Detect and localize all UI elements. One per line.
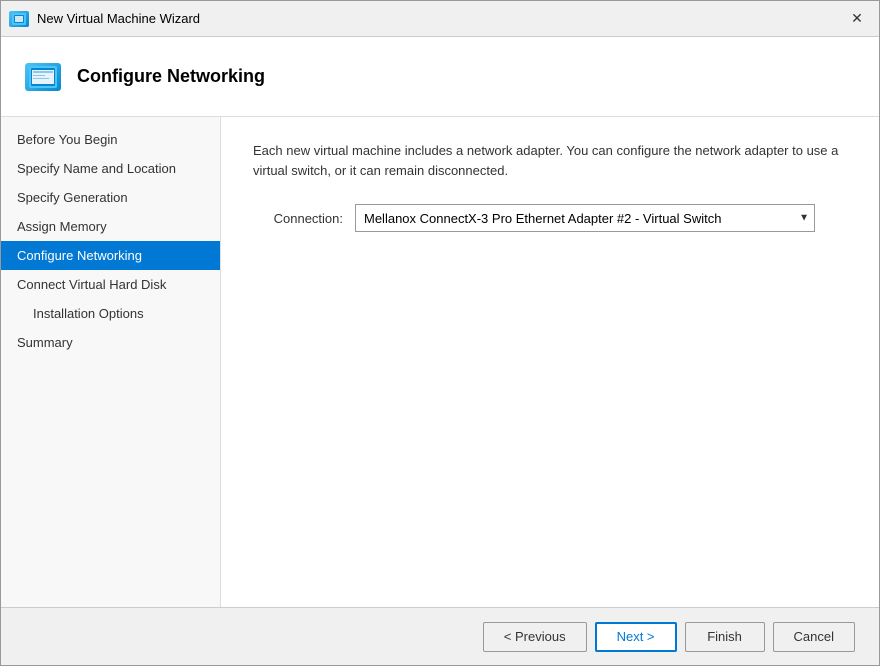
wizard-window: New Virtual Machine Wizard ✕ Configure N… bbox=[0, 0, 880, 666]
page-title: Configure Networking bbox=[77, 66, 265, 87]
close-button[interactable]: ✕ bbox=[843, 5, 871, 33]
content-area: Before You Begin Specify Name and Locati… bbox=[1, 117, 879, 607]
window-title: New Virtual Machine Wizard bbox=[37, 11, 843, 26]
connection-select-wrapper: Mellanox ConnectX-3 Pro Ethernet Adapter… bbox=[355, 204, 815, 232]
title-bar: New Virtual Machine Wizard ✕ bbox=[1, 1, 879, 37]
description-text: Each new virtual machine includes a netw… bbox=[253, 141, 847, 180]
sidebar-item-assign-memory[interactable]: Assign Memory bbox=[1, 212, 220, 241]
sidebar-item-installation-options[interactable]: Installation Options bbox=[1, 299, 220, 328]
connection-form-row: Connection: Mellanox ConnectX-3 Pro Ethe… bbox=[253, 204, 847, 232]
sidebar-item-specify-generation[interactable]: Specify Generation bbox=[1, 183, 220, 212]
footer: < Previous Next > Finish Cancel bbox=[1, 607, 879, 665]
sidebar-item-before-you-begin[interactable]: Before You Begin bbox=[1, 125, 220, 154]
next-button[interactable]: Next > bbox=[595, 622, 677, 652]
sidebar-item-configure-networking[interactable]: Configure Networking bbox=[1, 241, 220, 270]
connection-select[interactable]: Mellanox ConnectX-3 Pro Ethernet Adapter… bbox=[355, 204, 815, 232]
cancel-button[interactable]: Cancel bbox=[773, 622, 855, 652]
connection-label: Connection: bbox=[253, 211, 343, 226]
page-header: Configure Networking bbox=[1, 37, 879, 117]
main-content: Each new virtual machine includes a netw… bbox=[221, 117, 879, 607]
sidebar-item-connect-vhd[interactable]: Connect Virtual Hard Disk bbox=[1, 270, 220, 299]
sidebar: Before You Begin Specify Name and Locati… bbox=[1, 117, 221, 607]
finish-button[interactable]: Finish bbox=[685, 622, 765, 652]
sidebar-item-specify-name[interactable]: Specify Name and Location bbox=[1, 154, 220, 183]
header-icon bbox=[25, 63, 61, 91]
window-icon bbox=[9, 11, 29, 27]
previous-button[interactable]: < Previous bbox=[483, 622, 587, 652]
sidebar-item-summary[interactable]: Summary bbox=[1, 328, 220, 357]
